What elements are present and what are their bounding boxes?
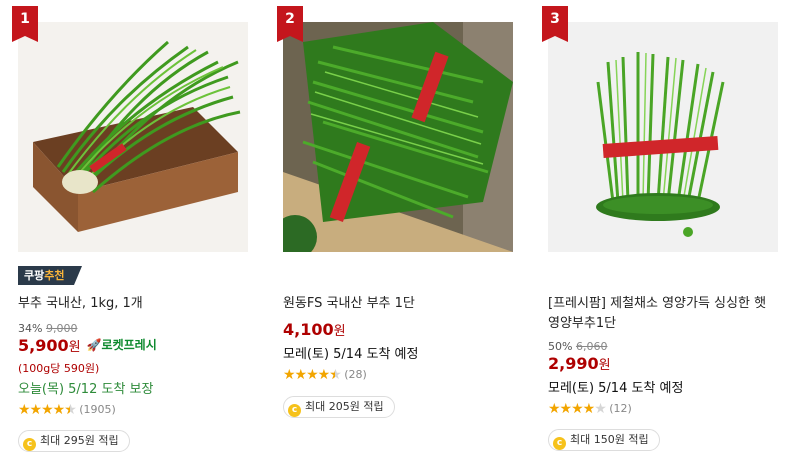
currency-label: 원 (598, 358, 611, 373)
original-price: 9,000 (45, 322, 78, 335)
product-card[interactable]: 1 쿠팡추천 부추 국내산, 1kg, 1개 34% 9,000 5,900원 … (12, 0, 258, 459)
price-value: 2,990 (548, 354, 599, 373)
rating: ★★★★★★ (1905) (18, 402, 116, 418)
discount-rate: 50% (548, 340, 573, 353)
star-rating-icon: ★★★★★ (548, 401, 607, 417)
currency-label: 원 (68, 340, 81, 355)
badge-accent-label: 추천 (44, 269, 65, 282)
rocket-icon: 🚀 (86, 338, 102, 352)
product-card[interactable]: 3 [프레시팜] 제철채소 영양가득 싱싱한 햇 영양부추1단 50% 6,06… (542, 0, 788, 459)
star-rating-icon: ★★★★★★ (18, 402, 77, 418)
coin-icon: c (553, 437, 566, 450)
original-price: 6,060 (575, 340, 608, 353)
chives-bundles-box-image (283, 22, 513, 252)
rocket-fresh-badge: 🚀로켓프레시 (87, 336, 157, 353)
brand-logo-icon (683, 227, 693, 237)
reward-pill: c 최대 205원 적립 (283, 396, 395, 418)
discount-info: 34% 9,000 (18, 322, 77, 335)
reward-pill: c 최대 150원 적립 (548, 429, 660, 451)
chives-in-crate-image (18, 22, 248, 252)
sale-price: 5,900원 🚀로켓프레시 (18, 336, 157, 355)
rank-badge: 2 (277, 6, 303, 42)
product-name[interactable]: [프레시팜] 제철채소 영양가득 싱싱한 햇 영양부추1단 (548, 294, 780, 334)
star-rating-icon: ★★★★★★ (283, 367, 342, 383)
delivery-info: 모레(토) 5/14 도착 예정 (283, 347, 419, 362)
reward-label: 최대 150원 적립 (570, 433, 649, 446)
badge-label: 쿠팡 (24, 269, 45, 282)
product-grid: 1 쿠팡추천 부추 국내산, 1kg, 1개 34% 9,000 5,900원 … (0, 0, 793, 459)
product-card[interactable]: 2 원동FS 국내산 부추 1단 4,100원 모레(토) 5/14 도착 예정… (277, 0, 523, 459)
discount-info: 50% 6,060 (548, 340, 607, 353)
reward-pill: c 최대 295원 적립 (18, 430, 130, 452)
product-name[interactable]: 부추 국내산, 1kg, 1개 (18, 294, 250, 314)
sale-price: 2,990원 (548, 354, 611, 373)
product-image[interactable] (18, 22, 248, 252)
chives-bundle-image (548, 22, 778, 252)
rating: ★★★★★ (12) (548, 401, 632, 417)
coin-icon: c (23, 438, 36, 451)
rank-badge: 3 (542, 6, 568, 42)
discount-rate: 34% (18, 322, 43, 335)
delivery-info: 모레(토) 5/14 도착 예정 (548, 381, 684, 396)
product-name[interactable]: 원동FS 국내산 부추 1단 (283, 294, 515, 314)
delivery-info: 오늘(목) 5/12 도착 보장 (18, 382, 154, 397)
sale-price: 4,100원 (283, 320, 346, 339)
product-image[interactable] (548, 22, 778, 252)
coin-icon: c (288, 404, 301, 417)
price-value: 4,100 (283, 320, 334, 339)
review-count: (28) (344, 368, 367, 381)
price-value: 5,900 (18, 336, 69, 355)
rank-badge: 1 (12, 6, 38, 42)
coupang-recommend-badge: 쿠팡추천 (18, 266, 81, 285)
reward-label: 최대 205원 적립 (305, 400, 384, 413)
review-count: (1905) (79, 403, 116, 416)
unit-price: (100g당 590원) (18, 362, 100, 375)
product-image[interactable] (283, 22, 513, 252)
reward-label: 최대 295원 적립 (40, 434, 119, 447)
rating: ★★★★★★ (28) (283, 367, 367, 383)
review-count: (12) (609, 402, 632, 415)
currency-label: 원 (333, 324, 346, 339)
rocket-label: 로켓프레시 (101, 338, 157, 352)
